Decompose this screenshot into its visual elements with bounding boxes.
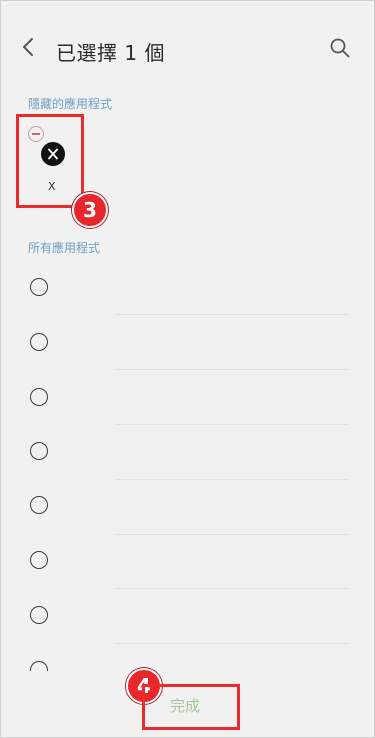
top-app-bar: 已選擇 1 個: [0, 22, 375, 74]
app-select-radio[interactable]: [30, 333, 48, 351]
list-divider: [115, 479, 349, 480]
hidden-apps-section-label: 隱藏的應用程式: [28, 97, 113, 111]
search-icon[interactable]: [328, 36, 352, 60]
minus-circle-icon[interactable]: [28, 126, 44, 142]
app-select-radio[interactable]: [30, 551, 48, 569]
done-button[interactable]: 完成: [170, 695, 200, 716]
page-title: 已選擇 1 個: [56, 41, 165, 65]
list-divider: [115, 424, 349, 425]
app-select-radio[interactable]: [30, 442, 48, 460]
step-badge-3: 3: [72, 192, 108, 228]
list-divider: [115, 534, 349, 535]
all-apps-section-label: 所有應用程式: [28, 241, 101, 255]
x-logo-icon[interactable]: [41, 142, 65, 166]
app-select-radio[interactable]: [30, 496, 48, 514]
list-divider: [115, 588, 349, 589]
hidden-app-label: X: [48, 180, 56, 193]
list-divider: [115, 314, 349, 315]
list-divider: [115, 643, 349, 644]
app-select-radio[interactable]: [30, 606, 48, 624]
app-select-radio[interactable]: [30, 388, 48, 406]
back-arrow-icon[interactable]: [18, 36, 40, 58]
list-divider: [115, 369, 349, 370]
app-select-radio[interactable]: [30, 278, 48, 296]
